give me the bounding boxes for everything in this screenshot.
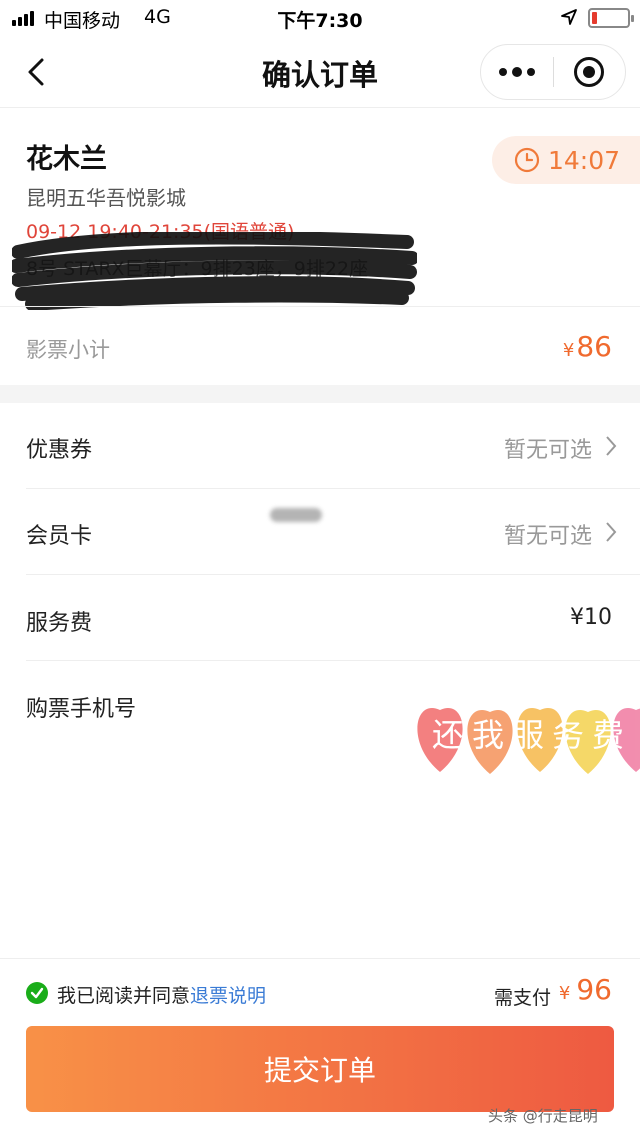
target-icon <box>574 57 605 87</box>
close-mini-program-button[interactable] <box>554 45 626 99</box>
pay-label: 需支付 <box>494 987 552 1009</box>
divider <box>0 958 640 959</box>
pay-amount: ¥96 <box>558 973 612 1006</box>
cinema-name: 昆明五华吾悦影城 <box>26 186 186 210</box>
check-icon <box>30 987 44 999</box>
service-fee-value: ¥10 <box>570 605 612 630</box>
coupon-label: 优惠券 <box>26 438 93 463</box>
watermark: 头条 @行走昆明 <box>488 1107 598 1125</box>
redaction-smudge <box>270 508 322 522</box>
agreement-prefix: 我已阅读并同意 <box>57 985 191 1007</box>
agree-checkbox[interactable] <box>26 982 48 1004</box>
more-menu-button[interactable] <box>481 45 553 99</box>
status-time: 下午7:30 <box>277 10 363 32</box>
hearts-sticker: 还我服务费 <box>417 708 640 774</box>
divider <box>0 306 640 307</box>
member-card-label: 会员卡 <box>26 524 93 549</box>
sticker-text: 还我服务费 <box>432 716 632 754</box>
subtotal-label: 影票小计 <box>26 338 110 362</box>
movie-title: 花木兰 <box>26 144 107 175</box>
phone-label: 购票手机号 <box>26 697 137 722</box>
service-fee-label: 服务费 <box>26 611 93 636</box>
coupon-value: 暂无可选 <box>503 438 592 463</box>
mini-program-capsule <box>480 44 626 100</box>
location-arrow-icon <box>561 9 577 25</box>
subtotal-value: ¥86 <box>562 330 612 363</box>
clock-icon <box>514 147 540 173</box>
submit-order-button[interactable]: 提交订单 <box>26 1026 614 1112</box>
chevron-right-icon <box>606 522 617 542</box>
battery-icon <box>588 8 634 28</box>
nav-bar: 确认订单 <box>0 38 640 108</box>
countdown-badge: 14:07 <box>492 136 640 184</box>
member-card-value: 暂无可选 <box>503 524 592 549</box>
section-gap <box>0 385 640 403</box>
divider <box>26 574 640 575</box>
refund-policy-link[interactable]: 退票说明 <box>190 985 266 1007</box>
chevron-right-icon <box>606 436 617 456</box>
agreement-text: 我已阅读并同意退票说明 <box>57 981 266 1008</box>
status-bar: 中国移动 4G 下午7:30 <box>0 0 640 38</box>
divider <box>26 660 640 661</box>
redaction-scribble <box>12 232 417 310</box>
countdown-time: 14:07 <box>548 145 621 175</box>
divider <box>26 488 640 489</box>
